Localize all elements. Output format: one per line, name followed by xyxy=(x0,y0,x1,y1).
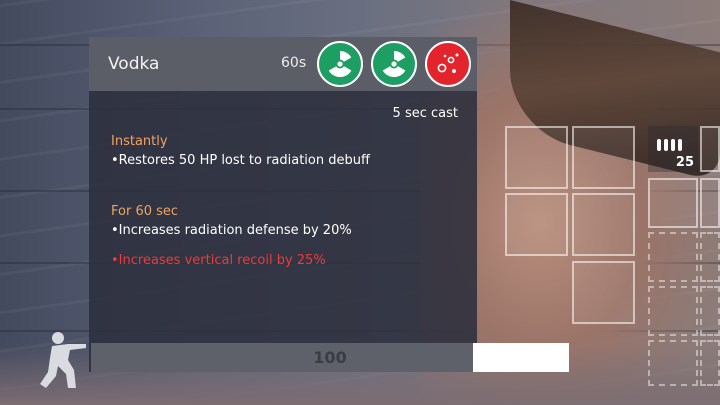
instant-heading: Instantly xyxy=(111,134,168,149)
weapon-slot[interactable] xyxy=(700,178,720,228)
cast-time: 5 sec cast xyxy=(392,106,458,121)
tooltip-header: Vodka 60s xyxy=(89,37,477,91)
negative-effect-line: •Increases vertical recoil by 25% xyxy=(111,253,326,268)
quick-slot[interactable] xyxy=(572,261,635,324)
ammo-counter: 25 xyxy=(648,126,698,172)
item-name: Vodka xyxy=(108,54,160,74)
quick-slot[interactable] xyxy=(572,126,635,189)
timed-heading: For 60 sec xyxy=(111,204,179,219)
radiation-icon xyxy=(371,41,417,87)
quick-slot[interactable] xyxy=(505,193,568,256)
weapon-slot[interactable] xyxy=(648,178,698,228)
crouch-stance-icon xyxy=(40,332,86,388)
effect-line: •Restores 50 HP lost to radiation debuff xyxy=(111,153,370,168)
empty-slot[interactable] xyxy=(648,340,698,386)
effect-duration: 60s xyxy=(281,55,307,71)
radiation-icon xyxy=(317,41,363,87)
bleeding-icon xyxy=(425,41,471,87)
weapon-slot[interactable] xyxy=(700,126,720,172)
use-progress-bar: 100 xyxy=(91,343,569,372)
quick-slot[interactable] xyxy=(505,126,568,189)
bullets-icon xyxy=(657,139,682,151)
empty-slot[interactable] xyxy=(648,286,698,336)
empty-slot[interactable] xyxy=(700,340,720,386)
item-tooltip: Vodka 60s 5 sec cast Instantly •Restores… xyxy=(89,37,477,372)
ammo-count: 25 xyxy=(675,155,694,170)
empty-slot[interactable] xyxy=(648,232,698,282)
empty-slot[interactable] xyxy=(700,286,720,336)
progress-value: 100 xyxy=(313,348,347,367)
effect-line: •Increases radiation defense by 20% xyxy=(111,223,352,238)
quick-slot[interactable] xyxy=(572,193,635,256)
empty-slot[interactable] xyxy=(700,232,720,282)
